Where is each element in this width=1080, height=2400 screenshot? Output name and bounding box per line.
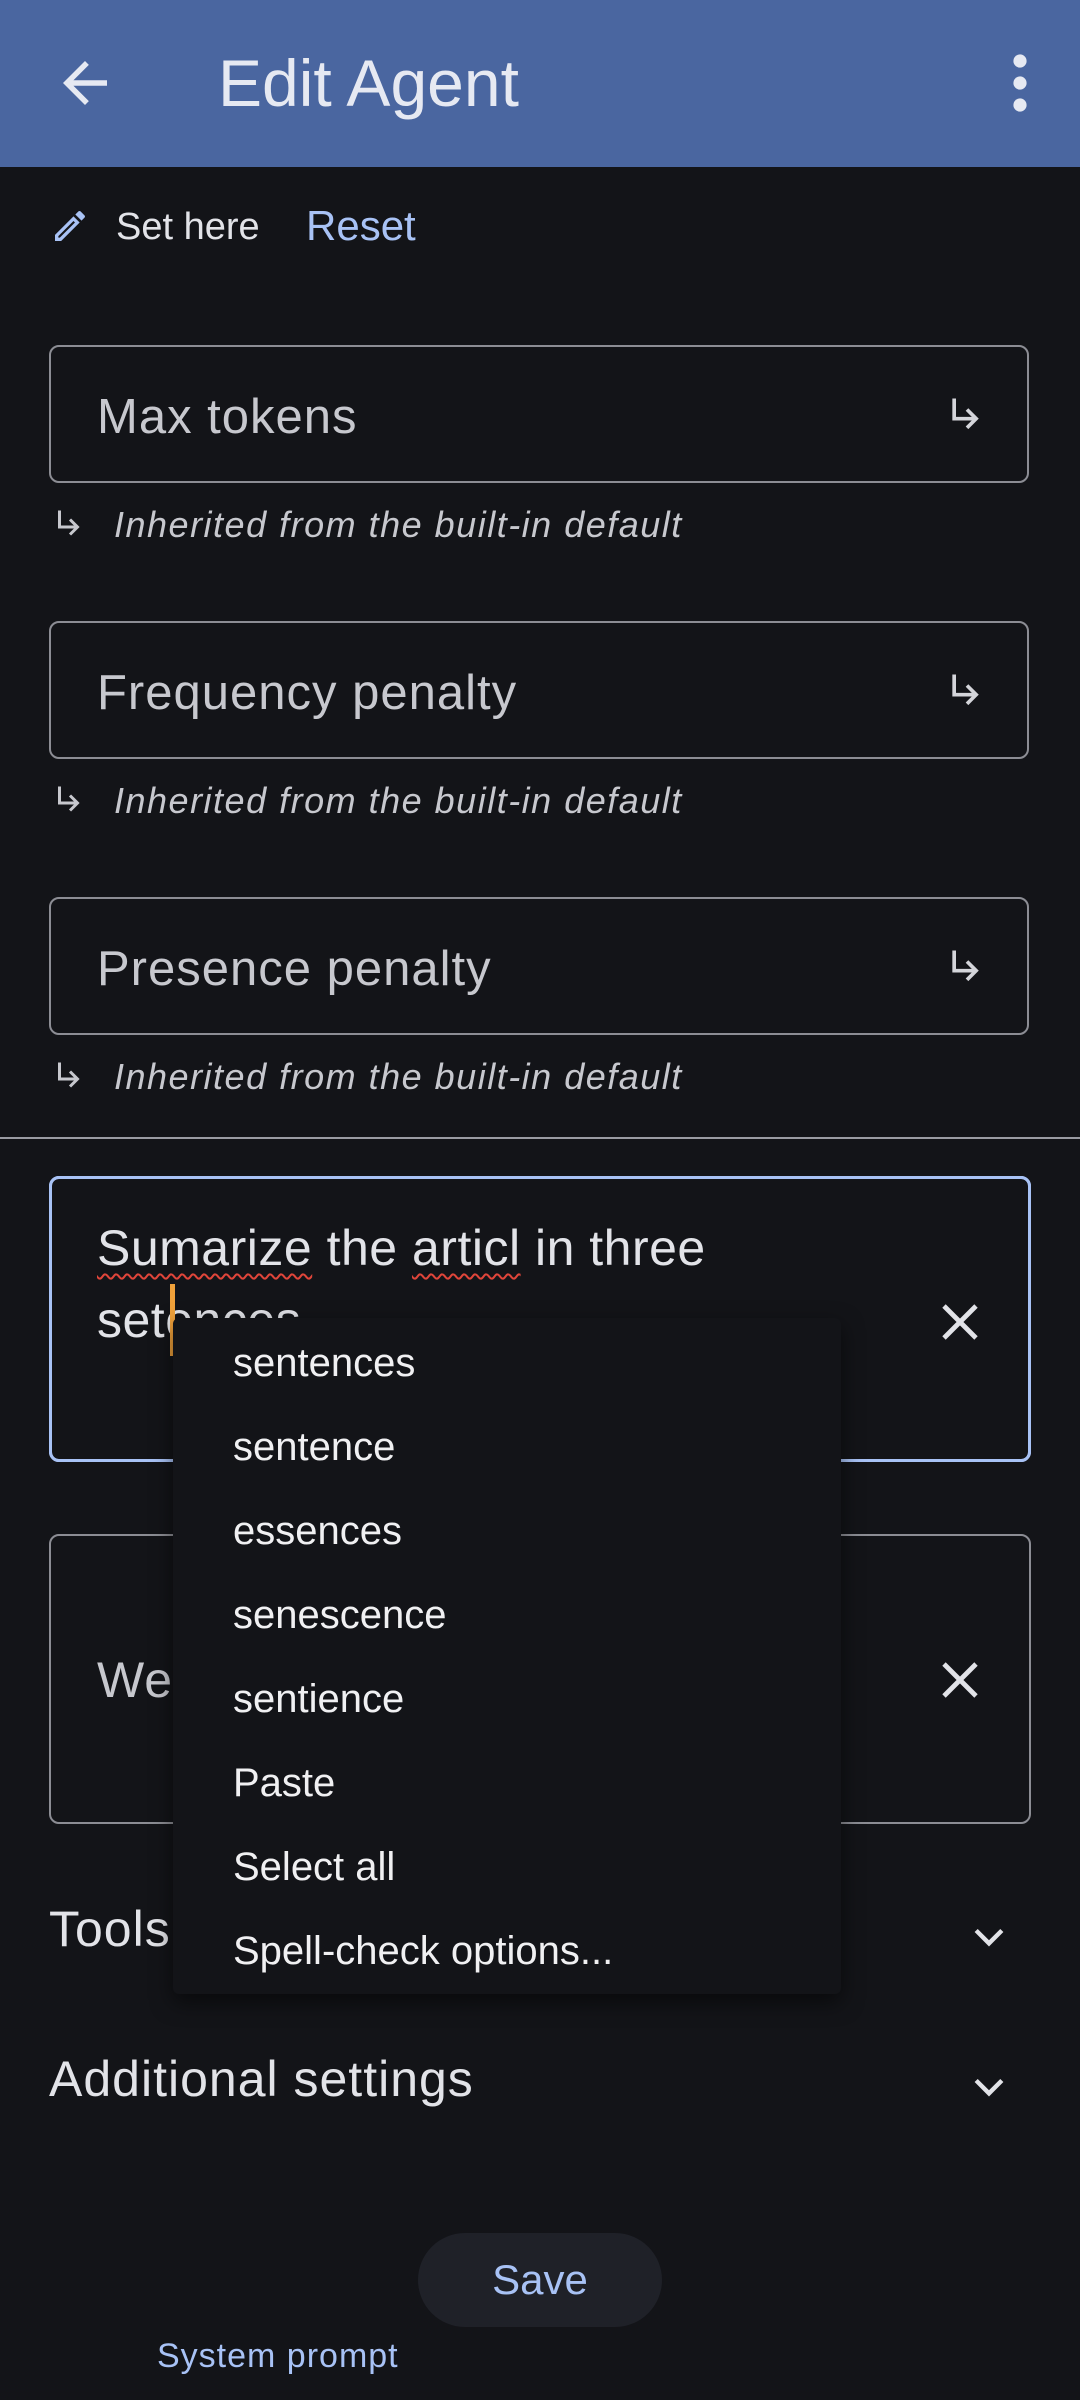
- suggestion-item[interactable]: sentence: [233, 1405, 833, 1489]
- hint-text: Inherited from the built-in default: [114, 1056, 683, 1097]
- max-tokens-label: Max tokens: [97, 390, 358, 444]
- more-vert-icon[interactable]: [1000, 50, 1040, 116]
- frequency-penalty-label: Frequency penalty: [97, 666, 518, 720]
- hint-text: Inherited from the built-in default: [114, 504, 683, 545]
- max-tokens-field[interactable]: Max tokens: [49, 345, 1029, 483]
- suggestion-item[interactable]: sentences: [233, 1321, 833, 1405]
- misspelled-word[interactable]: Sumarize: [97, 1220, 312, 1276]
- chevron-down-icon[interactable]: [967, 2064, 1011, 2108]
- spellcheck-options-item[interactable]: Spell-check options...: [233, 1909, 833, 1993]
- suggestion-item[interactable]: essences: [233, 1489, 833, 1573]
- presence-penalty-label: Presence penalty: [97, 942, 492, 996]
- app-bar: Edit Agent: [0, 0, 1080, 167]
- misspelled-word[interactable]: articl: [412, 1220, 521, 1276]
- prompt-word: in three: [520, 1220, 706, 1276]
- close-icon[interactable]: [936, 1298, 984, 1346]
- inherit-arrow-icon[interactable]: [945, 393, 989, 437]
- suggestion-item[interactable]: sentience: [233, 1657, 833, 1741]
- system-prompt-label: System prompt: [147, 2337, 409, 2376]
- close-icon[interactable]: [936, 1656, 984, 1704]
- subdirectory-arrow-icon: [58, 1062, 80, 1088]
- chevron-down-icon[interactable]: [967, 1914, 1011, 1958]
- paste-item[interactable]: Paste: [233, 1741, 833, 1825]
- inherit-arrow-icon[interactable]: [945, 669, 989, 713]
- pencil-icon: [55, 211, 85, 241]
- inherit-arrow-icon[interactable]: [945, 945, 989, 989]
- arrow-left-icon[interactable]: [52, 50, 118, 116]
- frequency-penalty-field[interactable]: Frequency penalty: [49, 621, 1029, 759]
- prompt-word: the: [312, 1220, 412, 1276]
- set-here-label: Set here: [116, 206, 260, 248]
- reset-button[interactable]: Reset: [306, 202, 416, 250]
- hint-text: Inherited from the built-in default: [114, 780, 683, 821]
- page-title: Edit Agent: [218, 46, 519, 120]
- presence-penalty-field[interactable]: Presence penalty: [49, 897, 1029, 1035]
- second-field-label: We: [97, 1652, 174, 1708]
- divider: [0, 1137, 1080, 1139]
- additional-settings-title: Additional settings: [49, 2051, 474, 2107]
- tools-title: Tools: [49, 1901, 171, 1957]
- select-all-item[interactable]: Select all: [233, 1825, 833, 1909]
- save-button[interactable]: Save: [418, 2233, 662, 2327]
- additional-settings-section[interactable]: Additional settings: [49, 2050, 1031, 2120]
- subdirectory-arrow-icon: [58, 786, 80, 812]
- suggestion-item[interactable]: senescence: [233, 1573, 833, 1657]
- spellcheck-context-menu: sentences sentence essences senescence s…: [173, 1318, 841, 1994]
- subdirectory-arrow-icon: [58, 510, 80, 536]
